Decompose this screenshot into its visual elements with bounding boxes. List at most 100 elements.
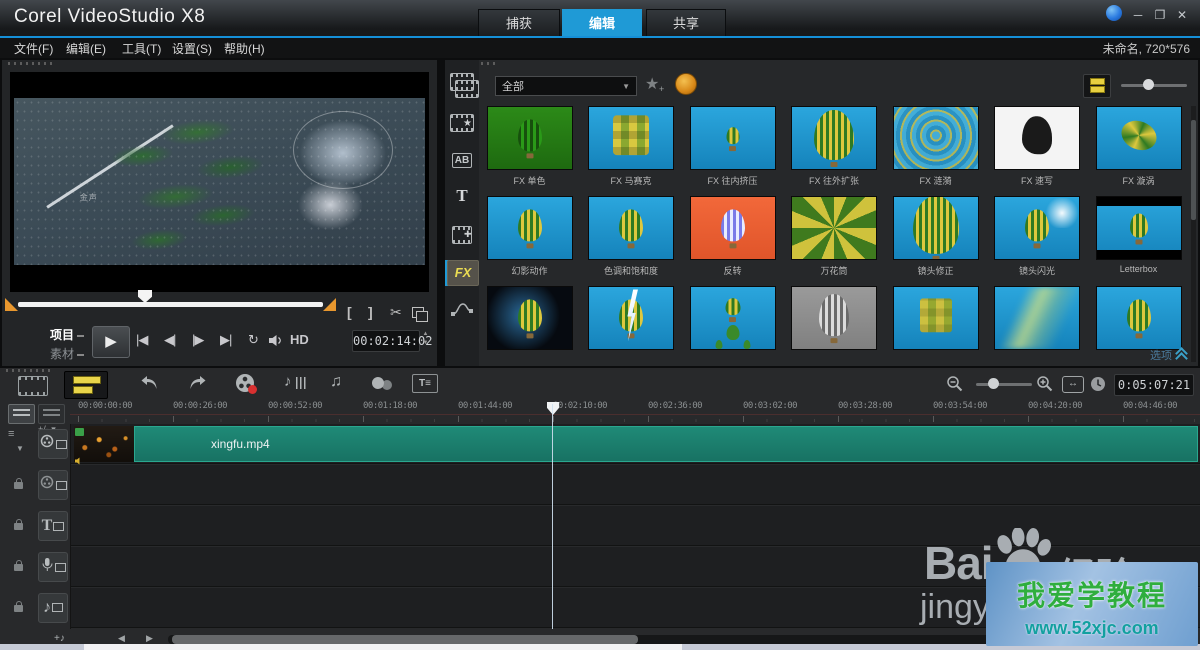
timeline-timecode[interactable]: 0:05:07:21 bbox=[1114, 374, 1194, 396]
music-track-button[interactable]: ♪ bbox=[38, 593, 68, 623]
fx-item[interactable]: FX 涟漪 bbox=[885, 106, 986, 196]
record-capture-button[interactable] bbox=[236, 374, 254, 392]
mode-project-label[interactable]: 项目 bbox=[36, 326, 84, 343]
fx-item[interactable] bbox=[987, 286, 1088, 366]
effects-badge-icon[interactable] bbox=[675, 73, 697, 95]
subtitle-editor-button[interactable]: T≡ bbox=[412, 374, 438, 393]
panel-drag-handle[interactable] bbox=[6, 369, 52, 372]
trim-start-handle[interactable] bbox=[5, 298, 18, 311]
panel-drag-handle[interactable] bbox=[8, 62, 54, 65]
lock-icon[interactable] bbox=[14, 523, 23, 530]
lock-icon[interactable] bbox=[14, 605, 23, 612]
thumbnail-size-slider[interactable] bbox=[1121, 84, 1187, 87]
fx-item[interactable]: FX 往内挤压 bbox=[682, 106, 783, 196]
motion-path-icon[interactable] bbox=[449, 300, 475, 324]
menu-help[interactable]: 帮助(H) bbox=[224, 40, 265, 57]
tab-edit[interactable]: 编辑 bbox=[562, 9, 642, 36]
menu-tools[interactable]: 工具(T) bbox=[122, 40, 161, 57]
trim-end-handle[interactable] bbox=[323, 298, 336, 311]
mark-out-button[interactable]: ] bbox=[368, 304, 373, 320]
title-track-button[interactable]: T bbox=[38, 511, 68, 541]
fx-item[interactable] bbox=[581, 286, 682, 366]
repeat-button[interactable]: ↻ bbox=[248, 332, 259, 348]
fit-project-icon[interactable]: ↔ bbox=[1062, 376, 1084, 393]
tab-capture[interactable]: 捕获 bbox=[478, 9, 560, 36]
options-expander[interactable]: 选项 bbox=[1150, 347, 1172, 363]
graphics-icon[interactable]: ✚ bbox=[449, 224, 475, 248]
fx-item[interactable]: 幻影动作 bbox=[479, 196, 580, 286]
fx-item[interactable] bbox=[682, 286, 783, 366]
motion-tracking-button[interactable] bbox=[372, 377, 384, 389]
timeline-clip[interactable]: xingfu.mp4 bbox=[134, 426, 1198, 462]
video-track-button[interactable] bbox=[38, 429, 68, 459]
mark-in-button[interactable]: [ bbox=[347, 304, 352, 320]
thumbnail-view-button[interactable] bbox=[1083, 74, 1111, 98]
auto-music-button[interactable]: ♫ bbox=[330, 373, 342, 391]
fx-item[interactable] bbox=[479, 286, 580, 366]
zoom-out-icon[interactable] bbox=[946, 375, 963, 397]
volume-icon[interactable] bbox=[268, 334, 285, 352]
add-to-favorites-icon[interactable]: ★ bbox=[645, 74, 659, 94]
fx-item[interactable]: FX 往外扩张 bbox=[784, 106, 885, 196]
fx-item[interactable] bbox=[784, 286, 885, 366]
gallery-scrollbar[interactable] bbox=[1191, 106, 1196, 362]
menu-file[interactable]: 文件(F) bbox=[14, 40, 53, 57]
timeline-ruler[interactable]: 00:00:00:00 00:00:26:00 00:00:52:00 00:0… bbox=[70, 400, 1200, 424]
minimize-button[interactable]: ─ bbox=[1128, 6, 1148, 24]
track-view-icon-active[interactable] bbox=[8, 404, 35, 424]
instant-project-icon[interactable]: ★ bbox=[449, 112, 475, 136]
scroll-right-button[interactable]: ▶ bbox=[146, 633, 153, 644]
scroll-left-button[interactable]: ◀ bbox=[118, 633, 125, 644]
redo-button[interactable] bbox=[188, 375, 207, 396]
overlay-track-lane[interactable] bbox=[70, 465, 1200, 505]
scrubber-bar[interactable] bbox=[18, 302, 323, 307]
lock-icon[interactable] bbox=[14, 482, 23, 489]
sound-mixer-button[interactable]: ♪ bbox=[284, 373, 292, 390]
menu-settings[interactable]: 设置(S) bbox=[172, 40, 212, 57]
add-cue-button[interactable]: +♪ bbox=[54, 633, 65, 644]
step-back-button[interactable]: ◀| bbox=[164, 332, 175, 348]
timeline-zoom-slider[interactable] bbox=[976, 383, 1032, 386]
timeline-hscrollbar-thumb[interactable] bbox=[172, 635, 638, 644]
mode-clip-label[interactable]: 素材 bbox=[36, 345, 84, 362]
fx-item[interactable] bbox=[1088, 286, 1189, 366]
title-icon[interactable]: T bbox=[449, 186, 475, 210]
home-button[interactable]: |◀ bbox=[136, 332, 147, 348]
timeline-zoom-slider-handle[interactable] bbox=[988, 378, 999, 389]
storyboard-view-button[interactable] bbox=[18, 376, 48, 396]
gallery-filter-dropdown[interactable]: 全部 ▼ bbox=[495, 76, 637, 96]
track-view-icon[interactable] bbox=[38, 404, 65, 424]
filter-icon[interactable]: FX bbox=[447, 260, 479, 286]
end-button[interactable]: ▶| bbox=[220, 332, 231, 348]
step-fwd-button[interactable]: |▶ bbox=[192, 332, 203, 348]
caret-down-icon[interactable]: ▼ bbox=[16, 444, 24, 453]
play-button[interactable]: ▶ bbox=[92, 326, 130, 358]
preview-timecode[interactable]: 00:02:14:02 bbox=[352, 330, 420, 352]
overlay-track-button[interactable] bbox=[38, 470, 68, 500]
menu-edit[interactable]: 编辑(E) bbox=[66, 40, 106, 57]
media-library-icon[interactable] bbox=[449, 72, 475, 96]
close-button[interactable]: ✕ bbox=[1172, 6, 1192, 24]
track-manager-icon[interactable]: ≡ bbox=[8, 428, 13, 440]
lock-icon[interactable] bbox=[14, 564, 23, 571]
gallery-scrollbar-thumb[interactable] bbox=[1191, 120, 1196, 220]
timeline-view-button[interactable] bbox=[64, 371, 108, 399]
fx-item[interactable]: FX 速写 bbox=[987, 106, 1088, 196]
fx-item[interactable]: FX 单色 bbox=[479, 106, 580, 196]
transition-icon[interactable]: AB bbox=[449, 150, 475, 174]
tab-share[interactable]: 共享 bbox=[646, 9, 726, 36]
fx-item[interactable]: 色调和饱和度 bbox=[581, 196, 682, 286]
restore-button[interactable]: ❐ bbox=[1150, 6, 1170, 24]
fx-item[interactable]: 镜头闪光 bbox=[987, 196, 1088, 286]
enlarge-preview-icon[interactable] bbox=[412, 307, 424, 318]
fx-item[interactable]: FX 马赛克 bbox=[581, 106, 682, 196]
voice-track-button[interactable] bbox=[38, 552, 68, 582]
undo-button[interactable] bbox=[140, 375, 159, 396]
timecode-spinner[interactable]: ▲▼ bbox=[421, 330, 430, 350]
fx-item[interactable]: 反转 bbox=[682, 196, 783, 286]
split-clip-icon[interactable]: ✂ bbox=[390, 304, 402, 321]
fx-item[interactable] bbox=[885, 286, 986, 366]
fx-item[interactable]: 万花筒 bbox=[784, 196, 885, 286]
thumbnail-size-slider-handle[interactable] bbox=[1143, 79, 1154, 90]
duration-clock-icon[interactable] bbox=[1090, 376, 1106, 397]
